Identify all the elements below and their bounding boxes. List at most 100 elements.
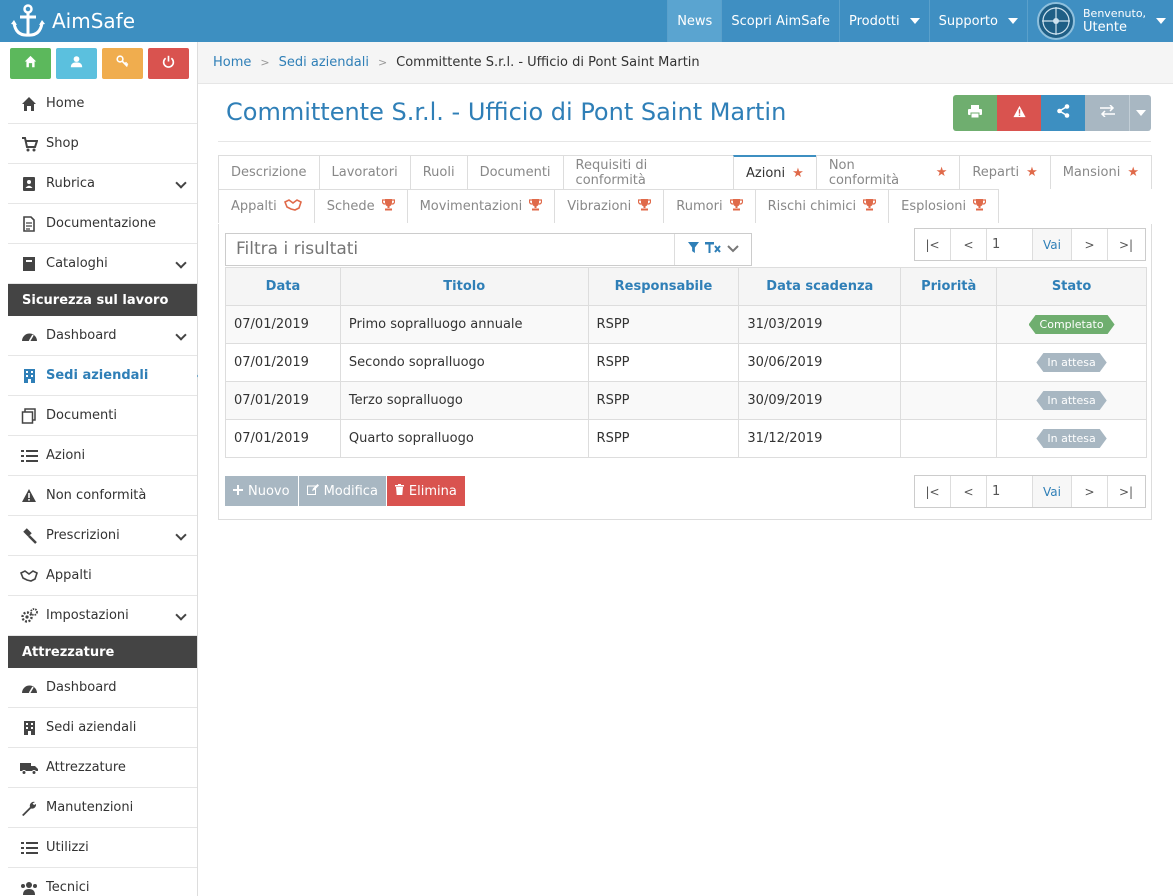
sidebar-item-shop[interactable]: Shop <box>8 124 197 164</box>
tab-appalti[interactable]: Appalti <box>218 189 315 223</box>
sidebar-item-tecnici[interactable]: Tecnici <box>8 868 197 896</box>
column-header-stato[interactable]: Stato <box>996 267 1147 306</box>
report-nonconformity-button[interactable] <box>997 95 1041 131</box>
tab-rischi-chimici[interactable]: Rischi chimici <box>754 189 890 223</box>
pager-last-button[interactable]: >| <box>1108 229 1144 260</box>
tab-esplosioni[interactable]: Esplosioni <box>888 189 1000 223</box>
new-button-label: Nuovo <box>248 483 290 499</box>
quick-key-button[interactable] <box>102 48 143 79</box>
pager-page-input[interactable]: 1 <box>987 229 1033 260</box>
sidebar-item-label: Azioni <box>46 448 86 463</box>
tab-non-conformita[interactable]: Non conformità ★ <box>815 155 961 189</box>
sidebar-item-sedi-aziendali[interactable]: Sedi aziendali <box>8 356 207 396</box>
transfer-dropdown-button[interactable] <box>1129 95 1151 131</box>
tab-requisiti[interactable]: Requisiti di conformità <box>562 155 735 189</box>
tab-movimentazioni[interactable]: Movimentazioni <box>406 189 556 223</box>
share-button[interactable] <box>1041 95 1085 131</box>
filter-icon[interactable] <box>687 242 699 257</box>
tab-ruoli[interactable]: Ruoli <box>409 155 468 189</box>
quick-home-button[interactable] <box>10 48 51 79</box>
sidebar-item-prescrizioni[interactable]: Prescrizioni <box>8 516 197 556</box>
wrench-icon <box>20 799 38 817</box>
tab-label: Movimentazioni <box>419 199 523 214</box>
column-header-data-scadenza[interactable]: Data scadenza <box>738 267 902 306</box>
sidebar-item-dashboard[interactable]: Dashboard <box>8 316 197 356</box>
app-title[interactable]: AimSafe <box>52 9 135 33</box>
column-header-priorita[interactable]: Priorità <box>900 267 998 306</box>
column-header-data[interactable]: Data <box>225 267 341 306</box>
nav-discover[interactable]: Scopri AimSafe <box>721 0 839 42</box>
caret-down-icon <box>1008 18 1018 24</box>
pager-go-button[interactable]: Vai <box>1033 476 1072 507</box>
breadcrumb-sites[interactable]: Sedi aziendali <box>279 55 369 70</box>
tab-lavoratori[interactable]: Lavoratori <box>318 155 411 189</box>
pager-first-button[interactable]: |< <box>915 229 951 260</box>
trophy-icon <box>381 198 395 215</box>
pager-go-button[interactable]: Vai <box>1033 229 1072 260</box>
sidebar-item-documentazione[interactable]: Documentazione <box>8 204 197 244</box>
quick-buttons <box>8 48 198 82</box>
tab-documenti[interactable]: Documenti <box>466 155 564 189</box>
page-title: Committente S.r.l. - Ufficio di Pont Sai… <box>226 98 787 126</box>
breadcrumb-home[interactable]: Home <box>213 55 251 70</box>
table-row[interactable]: 07/01/2019 Quarto sopralluogo RSPP 31/12… <box>225 419 1147 458</box>
sidebar-item-rubrica[interactable]: Rubrica <box>8 164 197 204</box>
sidebar-item-manutenzioni[interactable]: Manutenzioni <box>8 788 197 828</box>
pager-next-button[interactable]: > <box>1072 229 1108 260</box>
sidebar-item-utilizzi[interactable]: Utilizzi <box>8 828 197 868</box>
filter-input[interactable] <box>236 239 666 259</box>
tab-azioni[interactable]: Azioni ★ <box>733 155 817 189</box>
user-menu[interactable]: Benvenuto, Utente <box>1027 0 1173 42</box>
nav-support-label: Supporto <box>938 13 998 29</box>
sidebar-item-documenti[interactable]: Documenti <box>8 396 197 436</box>
pager-prev-button[interactable]: < <box>951 476 987 507</box>
cell-stato: In attesa <box>996 381 1147 420</box>
sidebar-item-attrezzature[interactable]: Attrezzature <box>8 748 197 788</box>
chevron-down-icon[interactable] <box>726 242 739 257</box>
edit-button[interactable]: Modifica <box>298 476 386 506</box>
document-icon <box>20 215 38 233</box>
table-row[interactable]: 07/01/2019 Secondo sopralluogo RSPP 30/0… <box>225 343 1147 382</box>
pager-page-input[interactable]: 1 <box>987 476 1033 507</box>
delete-button[interactable]: Elimina <box>386 476 465 506</box>
sidebar-item-equipment-sedi[interactable]: Sedi aziendali <box>8 708 197 748</box>
quick-user-button[interactable] <box>56 48 97 79</box>
pager-first-button[interactable]: |< <box>915 476 951 507</box>
tab-vibrazioni[interactable]: Vibrazioni <box>554 189 665 223</box>
clear-format-icon[interactable] <box>704 242 721 257</box>
quick-logout-button[interactable] <box>148 48 189 79</box>
sidebar-item-cataloghi[interactable]: Cataloghi <box>8 244 197 284</box>
nav-support[interactable]: Supporto <box>928 0 1027 42</box>
table-row[interactable]: 07/01/2019 Primo sopralluogo annuale RSP… <box>225 305 1147 344</box>
sidebar-item-azioni[interactable]: Azioni <box>8 436 197 476</box>
tab-mansioni[interactable]: Mansioni ★ <box>1049 155 1152 189</box>
sidebar-item-non-conformita[interactable]: Non conformità <box>8 476 197 516</box>
column-header-responsabile[interactable]: Responsabile <box>587 267 740 306</box>
tab-schede[interactable]: Schede <box>313 189 408 223</box>
sidebar-item-label: Tecnici <box>46 880 90 895</box>
new-button[interactable]: Nuovo <box>225 476 298 506</box>
pager-prev-button[interactable]: < <box>951 229 987 260</box>
tab-rumori[interactable]: Rumori <box>663 189 756 223</box>
anchor-logo-icon[interactable] <box>10 3 46 39</box>
pager-last-button[interactable]: >| <box>1108 476 1144 507</box>
sidebar-item-home[interactable]: Home <box>8 84 197 124</box>
sidebar-item-appalti[interactable]: Appalti <box>8 556 197 596</box>
print-button[interactable] <box>953 95 997 131</box>
sidebar-item-impostazioni[interactable]: Impostazioni <box>8 596 197 636</box>
chevron-down-icon <box>175 257 187 269</box>
tab-descrizione[interactable]: Descrizione <box>218 155 320 189</box>
nav-products[interactable]: Prodotti <box>839 0 929 42</box>
nav-news[interactable]: News <box>667 0 722 42</box>
transfer-button[interactable] <box>1085 95 1129 131</box>
table-row[interactable]: 07/01/2019 Terzo sopralluogo RSPP 30/09/… <box>225 381 1147 420</box>
tab-reparti[interactable]: Reparti ★ <box>959 155 1051 189</box>
top-bar: AimSafe News Scopri AimSafe Prodotti Sup… <box>0 0 1173 42</box>
welcome-label: Benvenuto, <box>1083 7 1147 20</box>
cell-scadenza: 31/03/2019 <box>738 305 902 344</box>
sidebar: Home Shop Rubrica Documentazione Catalog… <box>8 42 207 896</box>
breadcrumb-current: Committente S.r.l. - Ufficio di Pont Sai… <box>396 55 700 70</box>
column-header-titolo[interactable]: Titolo <box>339 267 589 306</box>
sidebar-item-equipment-dashboard[interactable]: Dashboard <box>8 668 197 708</box>
pager-next-button[interactable]: > <box>1072 476 1108 507</box>
